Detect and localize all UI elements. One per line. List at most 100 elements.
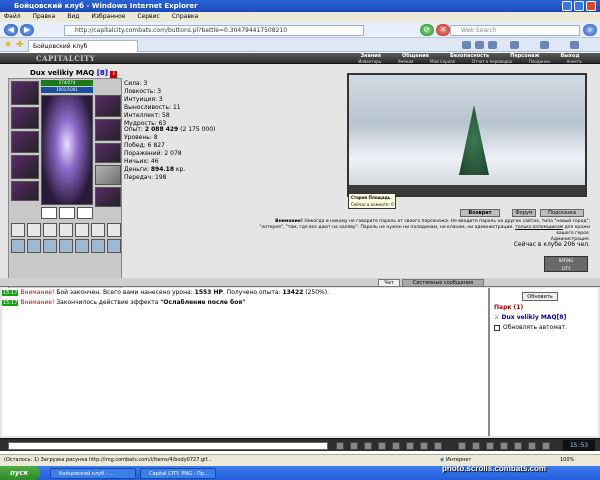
maximize-button[interactable] xyxy=(574,1,584,11)
emotes-icon[interactable] xyxy=(500,442,508,450)
chat-time[interactable]: 15:17 xyxy=(2,300,19,306)
nav-inventory[interactable]: Инвентарь xyxy=(358,59,381,64)
home-icon[interactable] xyxy=(462,41,471,49)
nav-profile[interactable]: Анкета xyxy=(567,59,582,64)
scroll-icon[interactable] xyxy=(472,442,480,450)
forward-button[interactable]: ▶ xyxy=(20,24,34,36)
spell-slot-14[interactable] xyxy=(107,239,121,253)
armor-slot[interactable] xyxy=(11,155,39,179)
gloves-slot[interactable] xyxy=(95,95,121,117)
search-input[interactable]: Web Search xyxy=(450,25,580,36)
tools-menu-icon[interactable] xyxy=(540,41,549,49)
chat-input[interactable] xyxy=(8,442,328,450)
nav-skills[interactable]: Умения xyxy=(398,59,414,64)
scroll-slot-1[interactable] xyxy=(41,207,57,219)
menu-tools[interactable]: Сервис xyxy=(137,13,159,20)
menu-help[interactable]: Справка xyxy=(172,13,198,20)
character-name[interactable]: Dux velikiy MAQ [8] i xyxy=(30,69,118,78)
help-icon[interactable] xyxy=(570,41,579,49)
exit-chat-icon[interactable] xyxy=(458,442,466,450)
spell-slot-9[interactable] xyxy=(27,239,41,253)
refresh-icon[interactable]: ⟳ xyxy=(420,24,434,36)
clear-icon[interactable] xyxy=(350,442,358,450)
room-user[interactable]: ⚔ Dux velikiy MAQ[8] xyxy=(494,314,566,321)
info-icon[interactable]: i xyxy=(110,71,118,78)
stat-draws: Ничьих: 46 xyxy=(124,158,159,165)
spell-slot-7[interactable] xyxy=(107,223,121,237)
autorefresh-toggle[interactable]: Обновлять автомат. xyxy=(494,324,567,331)
tab-fightclub[interactable]: Бойцовский клуб xyxy=(28,40,138,52)
back-button[interactable]: ◀ xyxy=(4,24,18,36)
spell-slot-5[interactable] xyxy=(75,223,89,237)
chat-time[interactable]: 15:17 xyxy=(2,290,19,296)
menu-favorites[interactable]: Избранное xyxy=(91,13,125,20)
forum-button[interactable]: Форум xyxy=(512,209,536,217)
filter-icon[interactable] xyxy=(364,442,372,450)
chat-settings-icon[interactable] xyxy=(392,442,400,450)
add-favorites-icon[interactable]: ✚ xyxy=(16,40,24,50)
start-button[interactable]: пуск xyxy=(0,466,40,480)
shield-slot[interactable] xyxy=(95,119,121,141)
feeds-icon[interactable] xyxy=(475,41,484,49)
room-users-panel: Обновить Парк (1) ⚔ Dux velikiy MAQ[8] О… xyxy=(488,288,598,436)
taskbar-item[interactable]: Бойцовский клуб - ... xyxy=(50,468,136,479)
spell-slot-13[interactable] xyxy=(91,239,105,253)
checkbox-icon[interactable] xyxy=(494,324,500,331)
window-title: Бойцовский клуб - Windows Internet Explo… xyxy=(14,2,198,10)
exp-label: Опыт: xyxy=(124,126,143,133)
spell-slot-11[interactable] xyxy=(59,239,73,253)
translit-icon[interactable] xyxy=(406,442,414,450)
notice-link[interactable]: только взломщикам xyxy=(515,225,563,230)
helmet-slot[interactable] xyxy=(11,81,39,105)
nav-transfer-report[interactable]: Отчет о переводах xyxy=(472,59,512,64)
send-icon[interactable] xyxy=(336,442,344,450)
sound-icon[interactable] xyxy=(486,442,494,450)
chat-menu-icon[interactable] xyxy=(434,442,442,450)
minimize-button[interactable] xyxy=(562,1,572,11)
search-icon[interactable]: ⌕ xyxy=(583,24,597,36)
nav-fights[interactable]: Поединки xyxy=(529,59,550,64)
print-icon[interactable] xyxy=(488,41,497,49)
address-bar[interactable]: http://capitalcity.combats.com/buttons.p… xyxy=(64,25,364,36)
page-menu-icon[interactable] xyxy=(510,41,519,49)
spell-slot-4[interactable] xyxy=(59,223,73,237)
boots-slot[interactable] xyxy=(95,187,121,207)
favorites-star-icon[interactable]: ★ xyxy=(4,40,12,50)
return-button[interactable]: Возврат xyxy=(460,209,500,217)
tab-chat[interactable]: Чат xyxy=(378,279,400,287)
game-banner: CAPITALCITY Знания Общение Безопасность … xyxy=(0,53,600,64)
amulet-slot[interactable] xyxy=(11,107,39,129)
ring-slot[interactable] xyxy=(95,143,121,163)
spell-slot-10[interactable] xyxy=(43,239,57,253)
menu-view[interactable]: Вид xyxy=(67,13,79,20)
weapon-slot[interactable] xyxy=(11,131,39,153)
character-name-text: Dux velikiy MAQ xyxy=(30,69,95,77)
location-scene[interactable] xyxy=(347,73,587,197)
menu-edit[interactable]: Правка xyxy=(33,13,56,20)
hint-button[interactable]: Подсказка xyxy=(540,209,584,217)
spell-slot-1[interactable] xyxy=(11,223,25,237)
spell-slot-2[interactable] xyxy=(27,223,41,237)
party-icon[interactable] xyxy=(514,442,522,450)
online-icon[interactable] xyxy=(542,442,550,450)
nav-my-scroll[interactable]: Мой Скролл xyxy=(430,59,455,64)
rating-counter[interactable]: RATING CITY xyxy=(544,256,588,272)
taskbar-item[interactable]: Capital CITY. PNG - Пр... xyxy=(140,468,216,479)
minimap-icon[interactable] xyxy=(528,442,536,450)
scroll-slot-3[interactable] xyxy=(77,207,93,219)
stop-icon[interactable]: ✕ xyxy=(436,24,450,36)
spell-slot-6[interactable] xyxy=(91,223,105,237)
refresh-button[interactable]: Обновить xyxy=(522,292,558,301)
belt-slot[interactable] xyxy=(11,181,39,201)
menu-file[interactable]: Файл xyxy=(4,13,21,20)
close-button[interactable] xyxy=(586,1,596,11)
spell-slot-3[interactable] xyxy=(43,223,57,237)
spell-slot-12[interactable] xyxy=(75,239,89,253)
spell-slot-8[interactable] xyxy=(11,239,25,253)
zoom-level[interactable]: 100% xyxy=(560,455,574,466)
scroll-slot-2[interactable] xyxy=(59,207,75,219)
smiles-icon[interactable] xyxy=(378,442,386,450)
tab-system-messages[interactable]: Системные сообщения xyxy=(402,279,484,287)
character-avatar[interactable] xyxy=(41,95,93,205)
contacts-icon[interactable] xyxy=(420,442,428,450)
